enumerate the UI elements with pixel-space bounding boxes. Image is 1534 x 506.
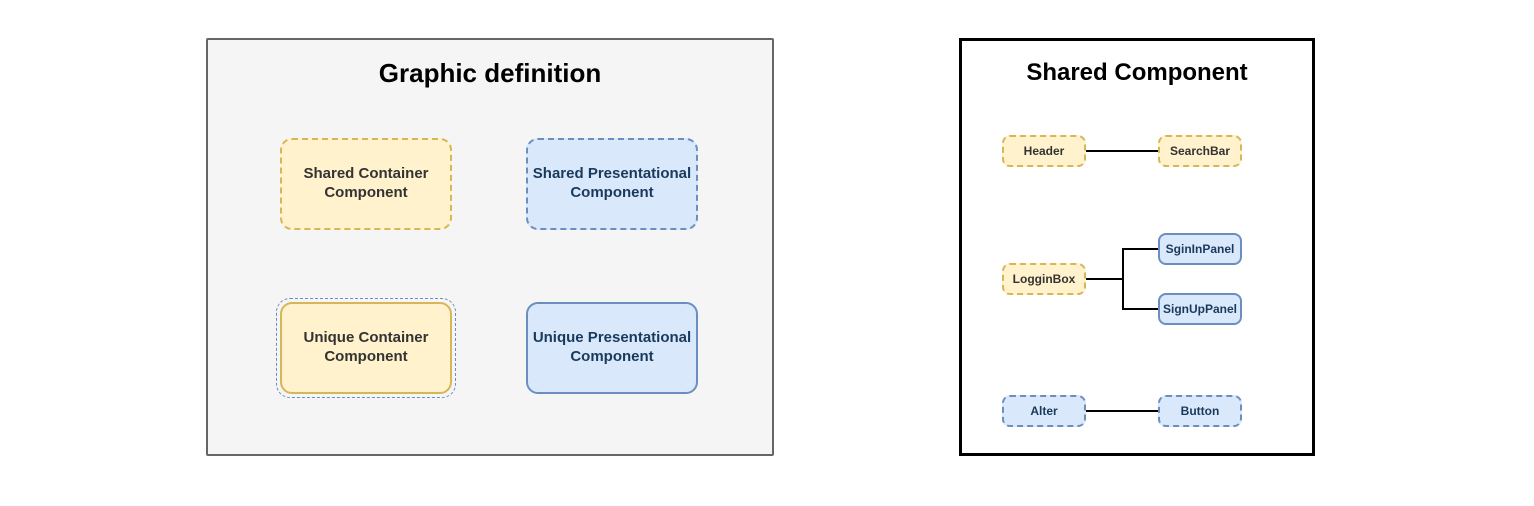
signuppanel-node: SignUpPanel — [1158, 293, 1242, 325]
header-node: Header — [1002, 135, 1086, 167]
connector-logginbox-signin — [1122, 248, 1158, 250]
unique-container-card: Unique Container Component — [280, 302, 452, 394]
shared-presentational-card: Shared Presentational Component — [526, 138, 698, 230]
unique-presentational-card: Unique Presentational Component — [526, 302, 698, 394]
shared-container-card: Shared Container Component — [280, 138, 452, 230]
searchbar-node: SearchBar — [1158, 135, 1242, 167]
signinpanel-node: SginInPanel — [1158, 233, 1242, 265]
shared-component-title: Shared Component — [962, 59, 1312, 87]
shared-component-panel: Shared Component Header SearchBar Loggin… — [959, 38, 1315, 456]
alter-node: Alter — [1002, 395, 1086, 427]
connector-alter-button — [1086, 410, 1158, 412]
connector-header-searchbar — [1086, 150, 1158, 152]
graphic-definition-title: Graphic definition — [208, 58, 772, 89]
connector-logginbox-fork — [1122, 248, 1124, 310]
graphic-definition-panel: Graphic definition Shared Container Comp… — [206, 38, 774, 456]
connector-logginbox-main — [1086, 278, 1122, 280]
connector-logginbox-signup — [1122, 308, 1158, 310]
logginbox-node: LogginBox — [1002, 263, 1086, 295]
button-node: Button — [1158, 395, 1242, 427]
